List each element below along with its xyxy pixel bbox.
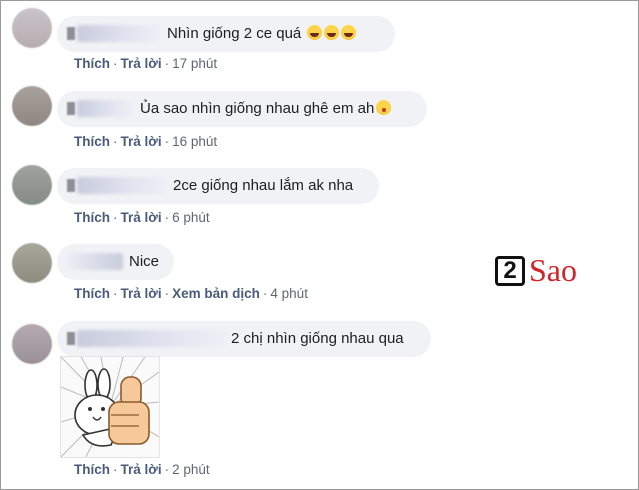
avatar[interactable] <box>12 8 52 48</box>
comment-bubble: Nice <box>57 244 174 280</box>
like-link[interactable]: Thích <box>74 286 110 301</box>
separator-dot: · <box>164 134 170 149</box>
see-translation-link[interactable]: Xem bản dịch <box>172 286 260 301</box>
timestamp[interactable]: 2 phút <box>172 462 210 477</box>
avatar[interactable] <box>12 243 52 283</box>
comment-text: 2ce giống nhau lắm ak nha <box>173 177 353 195</box>
like-link[interactable]: Thích <box>74 134 110 149</box>
separator-dot: · <box>164 462 170 477</box>
comment-actions: Thích · Trả lời · 17 phút <box>74 56 217 71</box>
separator-dot: · <box>113 56 118 71</box>
separator-dot: · <box>262 286 268 301</box>
separator-dot: · <box>164 286 170 301</box>
comment-bubble: 2 chị nhìn giống nhau qua <box>57 321 431 357</box>
comment-text-body: 2 chị nhìn giống nhau qua <box>231 330 404 347</box>
separator-dot: · <box>113 210 118 225</box>
comment-actions: Thích · Trả lời · Xem bản dịch · 4 phút <box>74 286 308 301</box>
avatar[interactable] <box>12 324 52 364</box>
comment-bubble: 2ce giống nhau lắm ak nha <box>57 168 379 204</box>
reply-link[interactable]: Trả lời <box>121 56 162 71</box>
logo-word: Sao <box>529 252 577 288</box>
avatar[interactable] <box>12 165 52 205</box>
comment-text: Ủa sao nhìn giống nhau ghê em ah <box>140 100 392 118</box>
timestamp[interactable]: 16 phút <box>172 134 217 149</box>
rolling-on-floor-laughing-icon <box>307 25 323 40</box>
comment-text: Nhìn giống 2 ce quá <box>167 25 357 43</box>
commenter-name-blurred[interactable] <box>77 100 133 117</box>
separator-dot: · <box>164 210 170 225</box>
commenter-name-blurred <box>67 332 75 345</box>
comment-actions: Thích · Trả lời · 6 phút <box>74 210 210 225</box>
comment-text: Nice <box>129 253 159 271</box>
separator-dot: · <box>113 462 118 477</box>
comment-bubble: Ủa sao nhìn giống nhau ghê em ah <box>57 91 427 127</box>
comment-text-body: Nice <box>129 253 160 270</box>
commenter-name-blurred <box>67 179 75 192</box>
timestamp[interactable]: 4 phút <box>270 286 308 301</box>
like-link[interactable]: Thích <box>74 56 110 71</box>
commenter-name-blurred[interactable] <box>77 177 167 194</box>
rolling-on-floor-laughing-icon <box>341 25 357 40</box>
rabbit-thumbs-up-sticker[interactable] <box>60 356 160 458</box>
comment-text: 2 chị nhìn giống nhau qua <box>231 330 404 348</box>
2sao-watermark-logo: 2 Sao <box>495 250 590 292</box>
comment-text-body: Nhìn giống 2 ce quá <box>167 25 302 42</box>
like-link[interactable]: Thích <box>74 210 110 225</box>
commenter-name-blurred <box>67 27 75 40</box>
face-blowing-kiss-icon <box>376 100 392 115</box>
reply-link[interactable]: Trả lời <box>121 210 162 225</box>
comment-text-body: Ủa sao nhìn giống nhau ghê em ah <box>140 100 375 117</box>
comment-actions: Thích · Trả lời · 16 phút <box>74 134 217 149</box>
reply-link[interactable]: Trả lời <box>121 462 162 477</box>
commenter-name-blurred[interactable] <box>65 253 123 270</box>
timestamp[interactable]: 17 phút <box>172 56 217 71</box>
commenter-name-blurred <box>67 102 75 115</box>
rolling-on-floor-laughing-icon <box>324 25 340 40</box>
logo-digit: 2 <box>495 256 525 286</box>
commenter-name-blurred[interactable] <box>77 25 161 42</box>
like-link[interactable]: Thích <box>74 462 110 477</box>
timestamp[interactable]: 6 phút <box>172 210 210 225</box>
commenter-name-blurred[interactable] <box>77 330 227 347</box>
separator-dot: · <box>113 134 118 149</box>
comment-actions: Thích · Trả lời · 2 phút <box>74 462 210 477</box>
rabbit-thumbs-up-icon <box>60 356 160 458</box>
comment-text-body: 2ce giống nhau lắm ak nha <box>173 177 354 194</box>
reply-link[interactable]: Trả lời <box>121 286 162 301</box>
reply-link[interactable]: Trả lời <box>121 134 162 149</box>
separator-dot: · <box>164 56 170 71</box>
comment-bubble: Nhìn giống 2 ce quá <box>57 16 395 52</box>
avatar[interactable] <box>12 86 52 126</box>
separator-dot: · <box>113 286 118 301</box>
